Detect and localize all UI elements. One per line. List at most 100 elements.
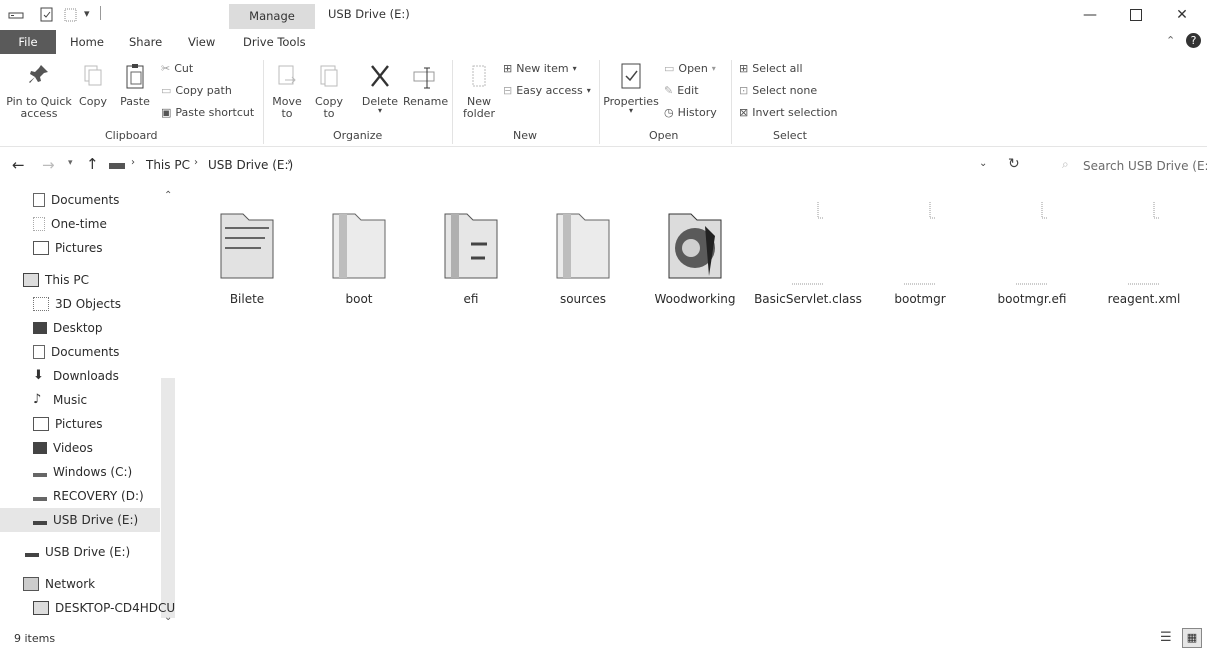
delete-button[interactable]: Delete ▾ — [360, 62, 400, 115]
new-folder-button[interactable]: New folder — [458, 62, 500, 120]
file-item-bootmgr-efi[interactable]: bootmgr.efi — [976, 200, 1088, 310]
nav-label: One-time — [51, 217, 107, 231]
nav-label: USB Drive (E:) — [53, 513, 139, 527]
select-all-label: Select all — [752, 62, 803, 75]
music-icon: ♪ — [33, 392, 42, 407]
nav-label: Videos — [53, 441, 93, 455]
title-separator — [100, 6, 101, 20]
nav-label: This PC — [45, 273, 89, 287]
scroll-up-icon[interactable]: ⌃ — [164, 190, 172, 201]
tab-view[interactable]: View — [188, 30, 215, 54]
invert-selection-button[interactable]: ⊠ Invert selection — [739, 106, 838, 119]
customize-icon[interactable]: ▾ — [84, 7, 90, 20]
maximize-button[interactable] — [1113, 0, 1159, 30]
file-item-woodworking[interactable]: Woodworking — [639, 200, 751, 310]
nav-item-pictures-quick[interactable]: Pictures — [0, 236, 103, 260]
history-button[interactable]: ◷ History — [664, 106, 717, 119]
large-icons-view-icon[interactable]: ▦ — [1182, 628, 1202, 648]
file-item-reagent-xml[interactable]: reagent.xml — [1088, 200, 1200, 310]
nav-scrollbar[interactable] — [161, 378, 175, 618]
recent-locations-icon[interactable]: ▾ — [68, 158, 73, 168]
paste-shortcut-icon: ▣ — [161, 106, 172, 119]
nav-item-desktop[interactable]: Desktop — [0, 316, 103, 340]
nav-item-documents[interactable]: Documents — [0, 340, 119, 364]
copy-button[interactable]: Copy — [76, 62, 110, 108]
select-none-label: Select none — [752, 84, 818, 97]
new-item-button[interactable]: ⊞ New item ▾ — [503, 62, 577, 75]
nav-item-usb-drive-e-selected[interactable]: USB Drive (E:) — [0, 508, 138, 532]
nav-label: Documents — [51, 193, 120, 207]
help-icon[interactable]: ? — [1186, 33, 1201, 48]
new-folder-icon[interactable] — [64, 6, 78, 23]
move-to-button[interactable]: Move to — [270, 62, 304, 120]
properties-icon[interactable] — [40, 6, 54, 23]
paste-button[interactable]: Paste — [118, 62, 152, 108]
drive-icon — [33, 467, 47, 477]
minimize-button[interactable]: — — [1067, 0, 1113, 30]
file-item-bilete[interactable]: Bilete — [191, 200, 303, 310]
nav-item-downloads[interactable]: ⬇ Downloads — [0, 364, 119, 388]
nav-item-pictures[interactable]: Pictures — [0, 412, 103, 436]
nav-item-usb-drive-e[interactable]: USB Drive (E:) — [0, 540, 130, 564]
close-button[interactable]: ✕ — [1159, 0, 1205, 30]
folder-icon — [220, 213, 274, 279]
select-group-label: Select — [773, 129, 807, 142]
file-item-boot[interactable]: boot — [303, 200, 415, 310]
nav-item-music[interactable]: ♪ Music — [0, 388, 87, 412]
collapse-ribbon-icon[interactable]: ⌃ — [1166, 34, 1175, 47]
file-item-sources[interactable]: sources — [527, 200, 639, 310]
breadcrumb-usb-drive[interactable]: USB Drive (E:) — [208, 158, 293, 172]
pin-to-quick-access-button[interactable]: Pin to Quick access — [4, 62, 74, 120]
refresh-icon[interactable]: ↻ — [1008, 156, 1020, 172]
open-icon: ▭ — [664, 62, 675, 75]
easy-access-button[interactable]: ⊟ Easy access ▾ — [503, 84, 591, 97]
nav-item-one-time[interactable]: One-time — [0, 212, 107, 236]
nav-label: Pictures — [55, 241, 103, 255]
nav-item-network[interactable]: Network — [0, 572, 95, 596]
rename-button[interactable]: Rename — [403, 62, 448, 108]
drive-icon[interactable] — [8, 9, 24, 21]
ribbon-separator — [731, 60, 732, 144]
open-button[interactable]: ▭ Open ▾ — [664, 62, 716, 75]
copy-path-button[interactable]: ▭ Copy path — [161, 84, 232, 97]
easy-access-icon: ⊟ — [503, 84, 513, 97]
back-arrow-icon[interactable]: ← — [12, 156, 25, 174]
copy-to-button[interactable]: Copy to — [312, 62, 346, 120]
pictures-icon — [33, 417, 49, 431]
nav-label: USB Drive (E:) — [45, 545, 131, 559]
nav-item-windows-c[interactable]: Windows (C:) — [0, 460, 132, 484]
up-arrow-icon[interactable]: ↑ — [86, 155, 99, 173]
paste-shortcut-label: Paste shortcut — [175, 106, 255, 119]
tab-home[interactable]: Home — [70, 30, 104, 54]
nav-item-recovery-d[interactable]: RECOVERY (D:) — [0, 484, 144, 508]
nav-label: Desktop — [53, 321, 103, 335]
tab-share[interactable]: Share — [129, 30, 162, 54]
paste-shortcut-button[interactable]: ▣ Paste shortcut — [161, 106, 254, 119]
edit-label: Edit — [677, 84, 699, 97]
history-label: History — [677, 106, 717, 119]
downloads-icon: ⬇ — [33, 368, 44, 383]
breadcrumb-this-pc[interactable]: This PC — [146, 158, 190, 172]
edit-button[interactable]: ✎ Edit — [664, 84, 699, 97]
select-all-button[interactable]: ⊞ Select all — [739, 62, 803, 75]
properties-button[interactable]: Properties ▾ — [603, 62, 659, 115]
nav-item-videos[interactable]: Videos — [0, 436, 93, 460]
nav-item-this-pc[interactable]: This PC — [0, 268, 89, 292]
nav-item-desktop-cd4hdcu[interactable]: DESKTOP-CD4HDCU — [0, 596, 175, 620]
nav-item-3d-objects[interactable]: 3D Objects — [0, 292, 121, 316]
tab-drive-tools[interactable]: Drive Tools — [243, 30, 306, 54]
tab-file[interactable]: File — [0, 30, 56, 54]
cut-button[interactable]: ✂ Cut — [161, 62, 193, 75]
details-view-icon[interactable]: ☰ — [1160, 630, 1172, 645]
file-item-efi[interactable]: efi — [415, 200, 527, 310]
address-dropdown-icon[interactable]: ⌄ — [979, 158, 987, 169]
select-none-button[interactable]: ⊡ Select none — [739, 84, 817, 97]
nav-item-documents-quick[interactable]: Documents — [0, 188, 119, 212]
file-item-basicservlet-class[interactable]: BasicServlet.class — [752, 200, 864, 310]
forward-arrow-icon[interactable]: → — [42, 156, 55, 174]
file-item-bootmgr[interactable]: bootmgr — [864, 200, 976, 310]
search-input[interactable]: ⌕ Search USB Drive (E:) — [1032, 152, 1207, 180]
copy-icon — [84, 65, 102, 86]
file-name: sources — [559, 292, 607, 306]
manage-tab[interactable]: Manage — [229, 4, 315, 29]
